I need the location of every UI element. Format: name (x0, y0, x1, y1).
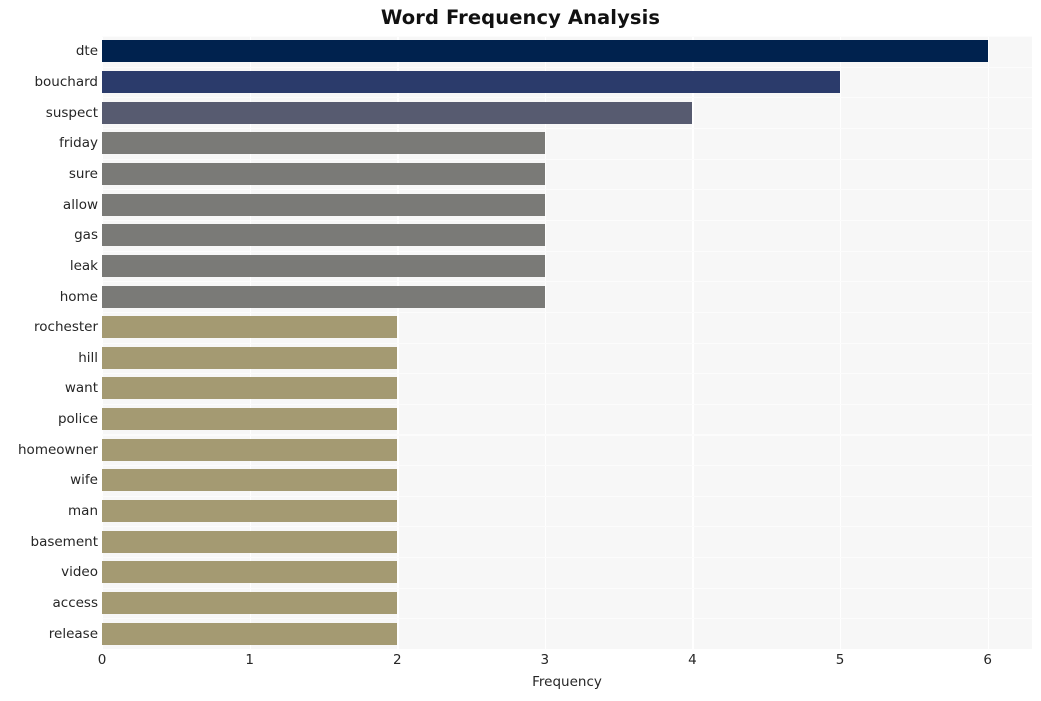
bar (102, 101, 693, 124)
y-axis-tick-label: hill (78, 349, 98, 366)
y-axis-tick-label: release (48, 625, 98, 642)
bar (102, 316, 398, 339)
y-axis-tick-label: wife (70, 472, 98, 489)
bar (102, 561, 398, 584)
bar (102, 530, 398, 553)
x-axis-tick-labels: 0 1 2 3 4 5 6 (0, 652, 1041, 674)
bar (102, 592, 398, 615)
bar (102, 254, 545, 277)
y-axis-tick-label: police (57, 411, 98, 428)
x-axis-title: Frequency (532, 674, 602, 690)
bar (102, 224, 545, 247)
y-axis-tick-label: bouchard (34, 73, 98, 90)
bar (102, 193, 545, 216)
plot-area (102, 36, 1032, 649)
y-axis-tick-label: suspect (45, 104, 98, 121)
bar (102, 438, 398, 461)
x-axis-tick-label: 3 (540, 652, 550, 668)
bar (102, 469, 398, 492)
x-axis-tick-label: 2 (392, 652, 402, 668)
x-axis-tick-label: 6 (983, 652, 992, 668)
y-axis-tick-label: rochester (34, 319, 98, 336)
y-axis-tick-labels: dte bouchard suspect friday sure allow gas leak… (0, 36, 98, 649)
bar (102, 70, 841, 93)
y-axis-tick-label: man (68, 503, 98, 520)
y-axis-tick-label: sure (68, 165, 98, 182)
bar (102, 40, 988, 63)
bar (102, 132, 545, 155)
y-axis-tick-label: homeowner (18, 441, 98, 458)
y-axis-tick-label: gas (74, 227, 98, 244)
bar (102, 622, 398, 645)
bar (102, 408, 398, 431)
y-axis-tick-label: leak (69, 257, 98, 274)
bar (102, 346, 398, 369)
x-axis-tick-label: 4 (688, 652, 697, 668)
bar (102, 162, 545, 185)
y-axis-tick-label: home (59, 288, 98, 305)
bars-layer (102, 36, 1032, 649)
chart-title: Word Frequency Analysis (380, 6, 661, 29)
y-axis-tick-label: friday (59, 135, 98, 152)
bar (102, 285, 545, 308)
x-axis-tick-label: 1 (245, 652, 254, 668)
y-axis-tick-label: want (64, 380, 98, 397)
x-axis-tick-label: 5 (835, 652, 845, 668)
y-axis-tick-label: dte (75, 43, 98, 60)
y-axis-tick-label: video (61, 564, 98, 581)
x-axis-tick-label: 0 (97, 652, 107, 668)
y-axis-tick-label: access (52, 595, 99, 612)
y-axis-tick-label: allow (62, 196, 98, 213)
bar (102, 377, 398, 400)
bar (102, 500, 398, 523)
y-axis-tick-label: basement (30, 533, 99, 550)
word-frequency-chart-figure: Word Frequency Analysis dte bouchard suspe… (0, 0, 1041, 701)
